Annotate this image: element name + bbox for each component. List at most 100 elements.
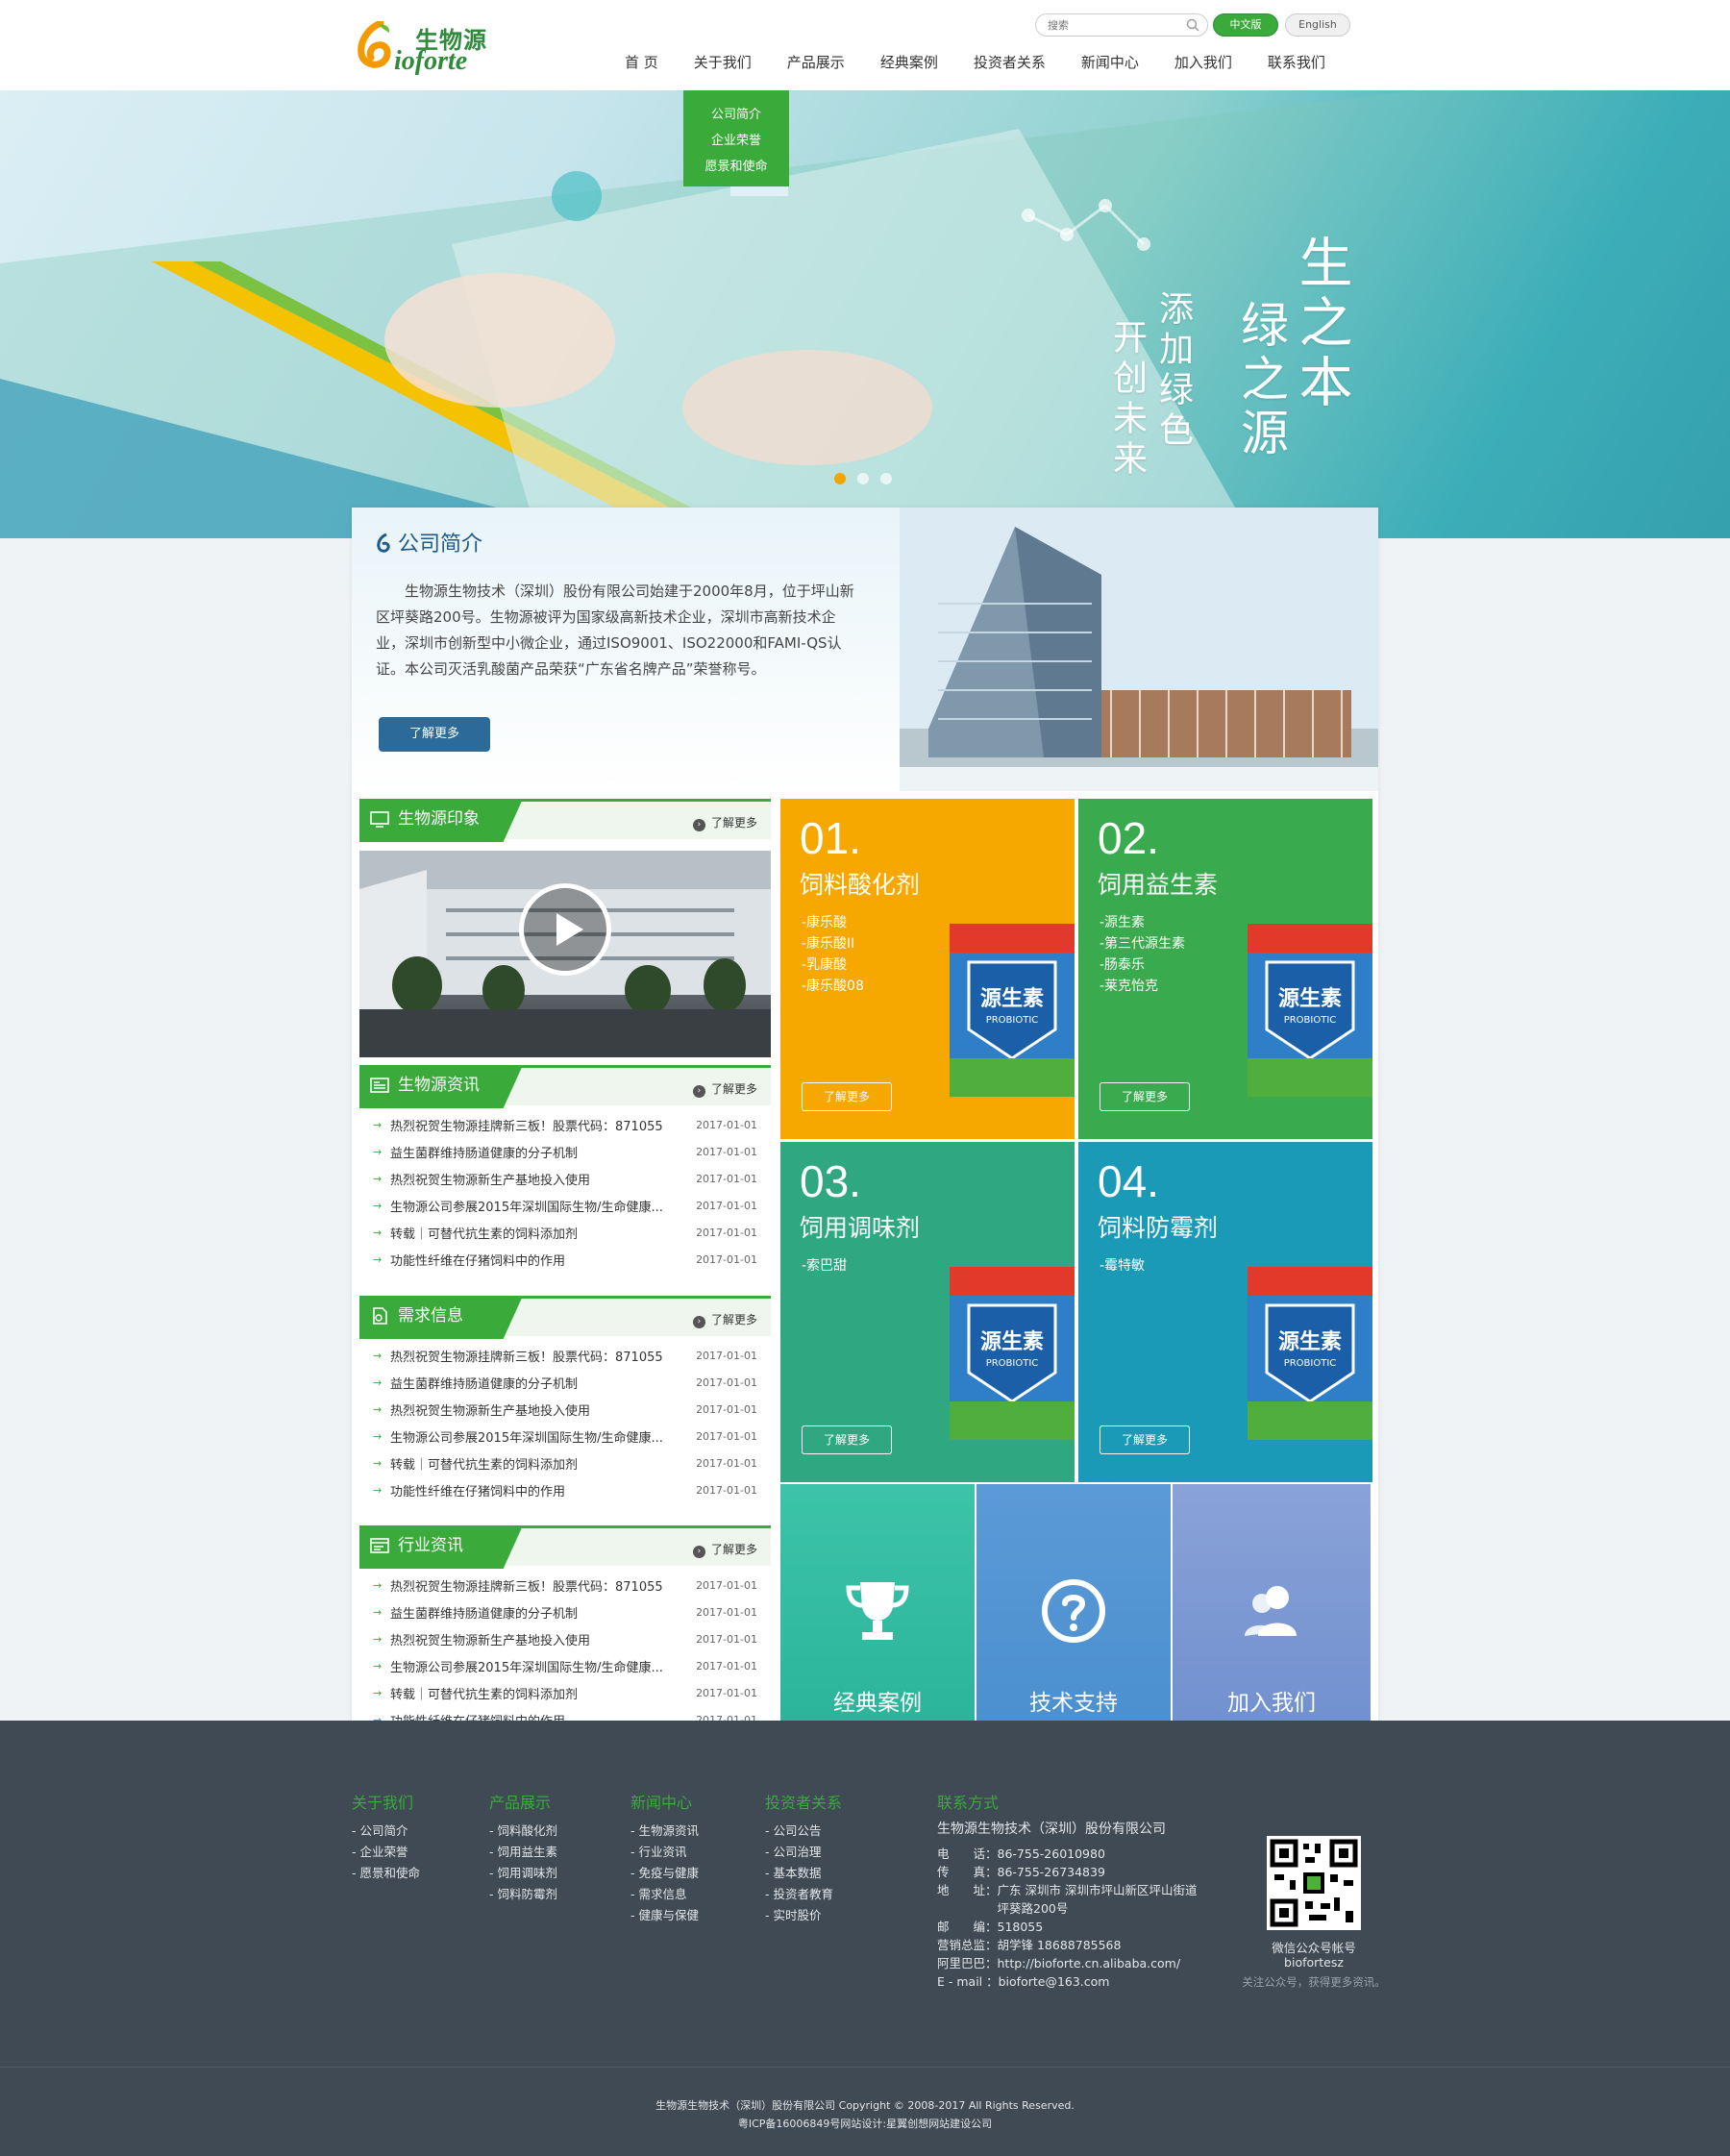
- nav-join[interactable]: 加入我们: [1174, 52, 1232, 75]
- lang-en-button[interactable]: English: [1285, 13, 1350, 37]
- product-more-button[interactable]: 了解更多: [802, 1425, 892, 1454]
- product-card-acidifier[interactable]: 01. 饲料酸化剂 -康乐酸 -康乐酸II -乳康酸 -康乐酸08 源生素 PRO…: [780, 799, 1075, 1139]
- nav-investor[interactable]: 投资者关系: [974, 52, 1046, 75]
- news-title[interactable]: 热烈祝贺生物源挂牌新三板！股票代码：871055: [390, 1576, 690, 1595]
- more-link[interactable]: › 了解更多: [692, 1080, 757, 1098]
- product-item[interactable]: -康乐酸II: [802, 933, 864, 954]
- nav-contact[interactable]: 联系我们: [1268, 52, 1325, 75]
- contact-alibaba[interactable]: 阿里巴巴：http://bioforte.cn.alibaba.com/: [937, 1954, 1197, 1972]
- list-item[interactable]: → 热烈祝贺生物源挂牌新三板！股票代码：871055 2017-01-01: [373, 1572, 757, 1598]
- list-item[interactable]: → 生物源公司参展2015年深圳国际生物/生命健康... 2017-01-01: [373, 1192, 757, 1219]
- list-item[interactable]: → 转载｜可替代抗生素的饲料添加剂 2017-01-01: [373, 1219, 757, 1246]
- news-title[interactable]: 功能性纤维在仔猪饲料中的作用: [390, 1481, 690, 1499]
- list-item[interactable]: → 益生菌群维持肠道健康的分子机制 2017-01-01: [373, 1138, 757, 1165]
- product-item[interactable]: -肠泰乐: [1100, 954, 1185, 976]
- footer-heading[interactable]: 产品展示: [489, 1790, 557, 1812]
- footer-link[interactable]: - 公司治理: [765, 1842, 842, 1863]
- list-item[interactable]: → 生物源公司参展2015年深圳国际生物/生命健康... 2017-01-01: [373, 1423, 757, 1450]
- list-item[interactable]: → 益生菌群维持肠道健康的分子机制 2017-01-01: [373, 1369, 757, 1396]
- product-item[interactable]: -乳康酸: [802, 954, 864, 976]
- more-link[interactable]: › 了解更多: [692, 1311, 757, 1328]
- news-title[interactable]: 转载｜可替代抗生素的饲料添加剂: [390, 1684, 690, 1702]
- product-more-button[interactable]: 了解更多: [1100, 1425, 1190, 1454]
- news-title[interactable]: 益生菌群维持肠道健康的分子机制: [390, 1603, 690, 1622]
- nav-news[interactable]: 新闻中心: [1081, 52, 1139, 75]
- footer-link[interactable]: - 公司公告: [765, 1821, 842, 1842]
- product-more-button[interactable]: 了解更多: [1100, 1082, 1190, 1111]
- product-card-flavor[interactable]: 03. 饲用调味剂 -索巴甜 源生素 PROBIOTIC 了解更多: [780, 1142, 1075, 1482]
- footer-link[interactable]: - 饲料防霉剂: [489, 1884, 557, 1905]
- news-title[interactable]: 益生菌群维持肠道健康的分子机制: [390, 1143, 690, 1161]
- news-title[interactable]: 功能性纤维在仔猪饲料中的作用: [390, 1251, 690, 1269]
- news-title[interactable]: 转载｜可替代抗生素的饲料添加剂: [390, 1454, 690, 1473]
- list-item[interactable]: → 益生菌群维持肠道健康的分子机制 2017-01-01: [373, 1598, 757, 1625]
- product-item[interactable]: -第三代源生素: [1100, 933, 1185, 954]
- footer-link[interactable]: - 健康与保健: [630, 1905, 699, 1926]
- icp-text[interactable]: 粤ICP备16006849号网站设计:星翼创想网站建设公司: [0, 2115, 1730, 2133]
- dropdown-honors[interactable]: 企业荣誉: [683, 128, 789, 154]
- list-item[interactable]: → 热烈祝贺生物源挂牌新三板！股票代码：871055 2017-01-01: [373, 1342, 757, 1369]
- hero-banner[interactable]: 生之本 绿之源 添加绿色 开创未来: [0, 90, 1730, 538]
- nav-home[interactable]: 首 页: [625, 52, 658, 75]
- footer-link[interactable]: - 免疫与健康: [630, 1863, 699, 1884]
- product-card-antimold[interactable]: 04. 饲料防霉剂 -霉特敏 源生素 PROBIOTIC 了解更多: [1078, 1142, 1372, 1482]
- news-title[interactable]: 热烈祝贺生物源挂牌新三板！股票代码：871055: [390, 1347, 690, 1365]
- list-item[interactable]: → 热烈祝贺生物源挂牌新三板！股票代码：871055 2017-01-01: [373, 1111, 757, 1138]
- news-title[interactable]: 生物源公司参展2015年深圳国际生物/生命健康...: [390, 1197, 690, 1215]
- tile-tech-support[interactable]: 技术支持: [976, 1484, 1171, 1744]
- tile-join-us[interactable]: 加入我们: [1173, 1484, 1371, 1744]
- list-item[interactable]: → 转载｜可替代抗生素的饲料添加剂 2017-01-01: [373, 1679, 757, 1706]
- nav-about[interactable]: 关于我们: [694, 52, 752, 75]
- news-title[interactable]: 生物源公司参展2015年深圳国际生物/生命健康...: [390, 1427, 690, 1446]
- more-link[interactable]: › 了解更多: [692, 1541, 757, 1558]
- lang-cn-button[interactable]: 中文版: [1213, 13, 1278, 37]
- more-link[interactable]: › 了解更多: [692, 814, 757, 831]
- slide-dot-2[interactable]: [857, 473, 869, 484]
- list-item[interactable]: → 转载｜可替代抗生素的饲料添加剂 2017-01-01: [373, 1450, 757, 1476]
- footer-link[interactable]: - 饲用调味剂: [489, 1863, 557, 1884]
- footer-link[interactable]: - 愿景和使命: [352, 1863, 420, 1884]
- footer-link[interactable]: - 饲用益生素: [489, 1842, 557, 1863]
- footer-heading[interactable]: 关于我们: [352, 1790, 420, 1812]
- logo[interactable]: 生物源 ioforte: [358, 17, 502, 76]
- footer-link[interactable]: - 行业资讯: [630, 1842, 699, 1863]
- footer-heading[interactable]: 投资者关系: [765, 1790, 842, 1812]
- footer-link[interactable]: - 生物源资讯: [630, 1821, 699, 1842]
- news-title[interactable]: 热烈祝贺生物源新生产基地投入使用: [390, 1400, 690, 1419]
- news-title[interactable]: 热烈祝贺生物源新生产基地投入使用: [390, 1170, 690, 1188]
- list-item[interactable]: → 热烈祝贺生物源新生产基地投入使用 2017-01-01: [373, 1396, 757, 1423]
- news-title[interactable]: 热烈祝贺生物源挂牌新三板！股票代码：871055: [390, 1116, 690, 1134]
- product-card-probiotic[interactable]: 02. 饲用益生素 -源生素 -第三代源生素 -肠泰乐 -莱克怡克 源生素 PRO…: [1078, 799, 1372, 1139]
- news-title[interactable]: 益生菌群维持肠道健康的分子机制: [390, 1374, 690, 1392]
- news-title[interactable]: 热烈祝贺生物源新生产基地投入使用: [390, 1630, 690, 1648]
- product-item[interactable]: -康乐酸08: [802, 976, 864, 997]
- intro-more-button[interactable]: 了解更多: [379, 717, 490, 752]
- slide-dot-1[interactable]: [834, 473, 846, 484]
- list-item[interactable]: → 功能性纤维在仔猪饲料中的作用 2017-01-01: [373, 1246, 757, 1273]
- slide-dot-3[interactable]: [880, 473, 892, 484]
- dropdown-vision[interactable]: 愿景和使命: [683, 154, 789, 180]
- footer-link[interactable]: - 基本数据: [765, 1863, 842, 1884]
- list-item[interactable]: → 热烈祝贺生物源新生产基地投入使用 2017-01-01: [373, 1625, 757, 1652]
- footer-link[interactable]: - 需求信息: [630, 1884, 699, 1905]
- search-input[interactable]: [1036, 14, 1171, 36]
- nav-cases[interactable]: 经典案例: [880, 52, 938, 75]
- product-more-button[interactable]: 了解更多: [802, 1082, 892, 1111]
- news-title[interactable]: 转载｜可替代抗生素的饲料添加剂: [390, 1224, 690, 1242]
- dropdown-company-intro[interactable]: 公司简介: [683, 102, 789, 128]
- footer-link[interactable]: - 饲料酸化剂: [489, 1821, 557, 1842]
- product-item[interactable]: -索巴甜: [802, 1255, 847, 1276]
- footer-link[interactable]: - 企业荣誉: [352, 1842, 420, 1863]
- search-icon[interactable]: [1186, 18, 1199, 32]
- product-item[interactable]: -霉特敏: [1100, 1255, 1145, 1276]
- play-button[interactable]: [519, 883, 611, 976]
- tile-classic-cases[interactable]: 经典案例: [780, 1484, 975, 1744]
- footer-heading[interactable]: 新闻中心: [630, 1790, 699, 1812]
- footer-link[interactable]: - 投资者教育: [765, 1884, 842, 1905]
- footer-link[interactable]: - 实时股价: [765, 1905, 842, 1926]
- product-item[interactable]: -源生素: [1100, 912, 1185, 933]
- list-item[interactable]: → 功能性纤维在仔猪饲料中的作用 2017-01-01: [373, 1476, 757, 1503]
- news-title[interactable]: 生物源公司参展2015年深圳国际生物/生命健康...: [390, 1657, 690, 1675]
- contact-email[interactable]: E - mail ：bioforte@163.com: [937, 1972, 1197, 1991]
- list-item[interactable]: → 热烈祝贺生物源新生产基地投入使用 2017-01-01: [373, 1165, 757, 1192]
